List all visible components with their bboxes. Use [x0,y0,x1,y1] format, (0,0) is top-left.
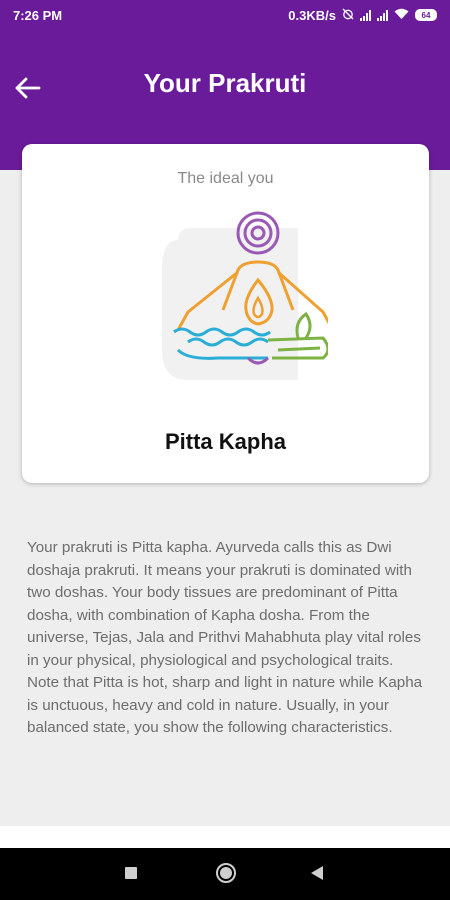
card-subtitle: The ideal you [177,170,274,187]
prakruti-description: Your prakruti is Pitta kapha. Ayurveda c… [27,539,423,736]
prakruti-type: Pitta Kapha [164,429,287,454]
wifi-icon [394,8,409,23]
square-icon[interactable] [124,866,138,880]
network-speed: 0.3KB/s [288,7,336,23]
bottom-sheet-edge [0,826,450,848]
signal-icon-2 [377,9,388,21]
prakruti-card: The ideal you Pitta Kapha [22,144,429,483]
dosha-meditation-logo [162,211,328,380]
battery-icon: 64 [415,9,437,21]
status-time: 7:26 PM [13,7,63,23]
circle-icon[interactable] [215,862,237,884]
status-icons: 0.3KB/s 64 [288,8,437,23]
system-nav-bar [0,848,450,900]
signal-icon-1 [360,9,371,21]
page-title: Your Prakruti [143,68,307,98]
status-bar: 7:26 PM 0.3KB/s 64 [0,0,450,30]
triangle-back-icon[interactable] [310,865,324,881]
alarm-off-icon [342,8,354,23]
